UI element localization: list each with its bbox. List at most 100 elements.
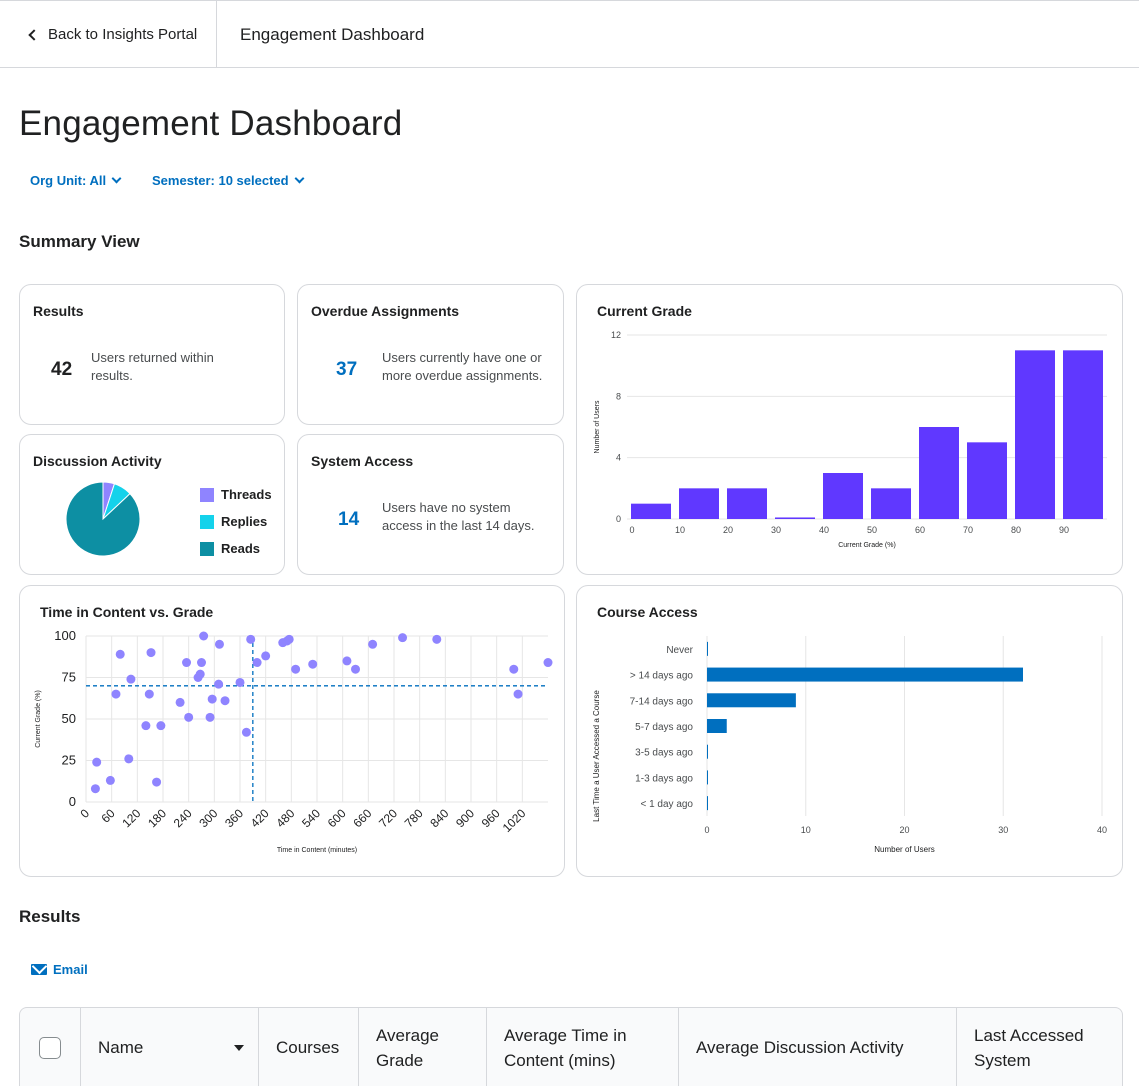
x-tick-label: 720 (376, 806, 400, 830)
x-tick-label: 1020 (500, 806, 529, 835)
card-title: Time in Content vs. Grade (40, 604, 214, 620)
sort-caret-icon[interactable] (234, 1044, 244, 1051)
course-access-card[interactable]: Course Access 0 10 20 30 40 Never > 14 days ag… (576, 585, 1123, 877)
chevron-down-icon (111, 173, 122, 184)
header-line: Grade (376, 1050, 424, 1070)
y-tick-label: 3-5 days ago (635, 748, 693, 759)
x-tick-label: 180 (145, 806, 169, 830)
x-tick-label: 480 (273, 806, 297, 830)
y-axis-label: Current Grade (%) (35, 690, 42, 748)
legend-item-reads[interactable]: Reads (200, 535, 272, 562)
column-header-courses[interactable]: Courses (259, 1008, 359, 1086)
x-axis-label: Time in Content (minutes) (277, 847, 357, 854)
y-tick-label: 12 (611, 330, 621, 340)
x-tick-label: 300 (196, 806, 220, 830)
y-tick-label: 75 (62, 670, 76, 685)
scatter-point (214, 639, 224, 649)
access-bar (707, 641, 708, 656)
x-tick-label: 360 (222, 806, 246, 830)
scatter-point (252, 658, 262, 668)
grade-bar (775, 517, 815, 519)
y-axis-label: Last Time a User Accessed a Course (592, 690, 601, 822)
y-tick-label: 5-7 days ago (635, 722, 693, 733)
y-tick-label: 25 (62, 753, 76, 768)
column-header-last-accessed[interactable]: Last Accessed System (957, 1008, 1122, 1086)
header-line: Last Accessed (974, 1025, 1084, 1045)
scatter-point (182, 658, 192, 668)
grade-bar (871, 488, 911, 519)
results-count: 42 (51, 359, 73, 380)
semester-filter[interactable]: Semester: 10 selected (152, 173, 305, 188)
y-tick-label: Never (666, 645, 693, 656)
card-title: Current Grade (597, 303, 692, 319)
discussion-activity-card[interactable]: Discussion Activity Threads Replies Read… (19, 434, 285, 575)
scatter-point (184, 712, 194, 722)
x-tick-label: 540 (299, 806, 323, 830)
legend-item-threads[interactable]: Threads (200, 481, 272, 508)
org-unit-filter[interactable]: Org Unit: All (30, 173, 122, 188)
card-title: Course Access (597, 604, 698, 620)
access-bar (707, 719, 727, 733)
scatter-point (207, 694, 217, 704)
overdue-assignments-card[interactable]: Overdue Assignments 37 Users currently h… (297, 284, 564, 425)
desc-line: Users have no system (382, 500, 511, 515)
current-grade-card[interactable]: Current Grade 0 4 8 12 0 10 20 30 40 50 60 70 80 90 Cu… (576, 284, 1123, 575)
system-access-description: Users have no system access in the last … (382, 499, 534, 535)
scatter-point (220, 696, 230, 706)
legend-item-replies[interactable]: Replies (200, 508, 272, 535)
x-tick-label: 840 (427, 806, 451, 830)
x-tick-label: 30 (771, 525, 781, 535)
column-header-label: Name (98, 1038, 144, 1057)
column-header-label: Average Discussion Activity (696, 1038, 904, 1057)
system-access-card[interactable]: System Access 14 Users have no system ac… (297, 434, 564, 575)
results-card[interactable]: Results 42 Users returned within results… (19, 284, 285, 425)
scatter-point (199, 631, 209, 641)
column-header-average-time[interactable]: Average Time in Content (mins) (487, 1008, 679, 1086)
scatter-point (197, 658, 206, 668)
access-bar (707, 796, 708, 811)
desc-line: access in the last 14 days. (382, 518, 535, 533)
legend-swatch (200, 514, 214, 529)
y-tick-label: > 14 days ago (630, 671, 694, 682)
x-tick-label: 40 (1097, 825, 1107, 835)
column-header-average-grade[interactable]: Average Grade (359, 1008, 487, 1086)
select-all-checkbox[interactable] (39, 1036, 61, 1059)
access-bar (707, 693, 796, 708)
desc-line: Users currently have one or (382, 350, 542, 365)
legend-label: Replies (221, 514, 268, 529)
scatter-point (351, 664, 360, 674)
email-label: Email (53, 962, 88, 977)
column-header-discussion[interactable]: Average Discussion Activity (679, 1008, 957, 1086)
y-tick-label: 100 (54, 628, 76, 643)
back-to-portal-link[interactable]: Back to Insights Portal (0, 1, 217, 68)
y-tick-label: 0 (616, 514, 621, 524)
x-tick-label: 90 (1059, 525, 1069, 535)
chevron-left-icon (28, 29, 40, 41)
x-tick-label: 80 (1011, 525, 1021, 535)
scatter-point (214, 679, 224, 689)
access-bar (707, 667, 1023, 682)
course-access-chart: 0 10 20 30 40 Never > 14 days ago 7-14 days ago… (592, 636, 1107, 854)
y-tick-label: 7-14 days ago (630, 696, 694, 707)
time-vs-grade-card[interactable]: Time in Content vs. Grade 0 25 50 75 100 0 60 1… (19, 585, 565, 877)
x-tick-label: 600 (325, 806, 349, 830)
scatter-point (152, 777, 162, 787)
y-tick-label: 4 (616, 453, 621, 463)
scatter-point (175, 697, 185, 707)
y-tick-label: 50 (62, 711, 76, 726)
x-tick-label: 60 (98, 806, 118, 826)
results-table-header: Name Courses Average Grade Average Time i… (19, 1007, 1123, 1086)
scatter-point (92, 757, 102, 767)
y-tick-label: 1-3 days ago (635, 773, 693, 784)
x-tick-label: 10 (801, 825, 811, 835)
access-bar (707, 770, 708, 785)
x-axis-label: Number of Users (874, 845, 934, 854)
x-tick-label: 780 (402, 806, 426, 830)
access-bar (707, 744, 708, 759)
card-title: System Access (311, 453, 414, 469)
x-tick-label: 10 (675, 525, 685, 535)
column-header-name[interactable]: Name (81, 1008, 259, 1086)
scatter-point (246, 634, 256, 644)
email-button[interactable]: Email (31, 962, 88, 977)
scatter-point (141, 721, 151, 731)
